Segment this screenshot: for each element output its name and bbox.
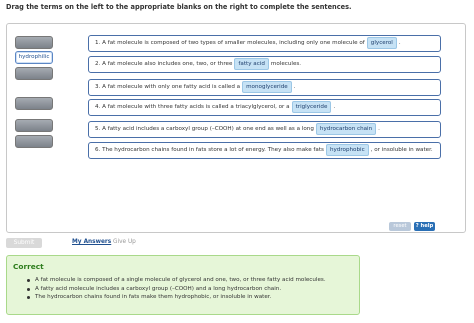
drop-blank-3[interactable]: monoglyceride (242, 81, 292, 93)
help-button[interactable]: ? help (414, 222, 435, 231)
drop-blank-2[interactable]: fatty acid (234, 58, 269, 70)
sentence-text: . (293, 84, 296, 90)
sentence-6: 6. The hydrocarbon chains found in fats … (88, 142, 441, 159)
drop-blank-5[interactable]: hydrocarbon chain (315, 123, 377, 135)
sentence-text: 2. A fat molecule also includes one, two… (95, 61, 233, 67)
sentence-text: 6. The hydrocarbon chains found in fats … (95, 147, 324, 153)
give-up-link[interactable]: Give Up (113, 239, 136, 245)
sentence-4: 4. A fat molecule with three fatty acids… (88, 99, 441, 116)
bank-slot-empty[interactable] (15, 97, 53, 110)
drop-blank-4[interactable]: triglyceride (291, 101, 332, 113)
instructions: Drag the terms on the left to the approp… (6, 3, 352, 11)
bank-slot-empty[interactable] (15, 36, 53, 49)
correct-feedback-box: Correct A fat molecule is composed of a … (6, 255, 360, 315)
feedback-item: A fat molecule is composed of a single m… (27, 276, 326, 285)
sentence-text: . (398, 40, 401, 46)
sentence-text: . (378, 126, 380, 132)
sentence-5: 5. A fatty acid includes a carboxyl grou… (88, 121, 441, 138)
sentence-text: 5. A fatty acid includes a carboxyl grou… (95, 126, 314, 132)
my-answers-link[interactable]: My Answers (72, 239, 111, 245)
bank-slot-empty[interactable] (15, 135, 53, 148)
bank-slot-empty[interactable] (15, 119, 53, 132)
sentence-text: 1. A fat molecule is composed of two typ… (95, 40, 365, 46)
drop-blank-1[interactable]: glycerol (366, 37, 397, 49)
drop-blank-6[interactable]: hydrophobic (325, 144, 369, 156)
submit-button[interactable]: Submit (6, 238, 42, 248)
bank-term-hydrophilic[interactable]: hydrophilic (15, 51, 53, 64)
sentence-text: 4. A fat molecule with three fatty acids… (95, 104, 290, 110)
sentence-3: 3. A fat molecule with only one fatty ac… (88, 79, 441, 96)
reset-button[interactable]: reset (389, 222, 411, 231)
sentence-2: 2. A fat molecule also includes one, two… (88, 56, 441, 73)
feedback-item: A fatty acid molecule includes a carboxy… (27, 285, 326, 294)
sentence-1: 1. A fat molecule is composed of two typ… (88, 35, 441, 52)
sentence-text: 3. A fat molecule with only one fatty ac… (95, 84, 241, 90)
drag-drop-panel: hydrophilic 1. A fat molecule is compose… (6, 23, 466, 233)
feedback-title: Correct (13, 262, 44, 271)
feedback-list: A fat molecule is composed of a single m… (27, 276, 326, 302)
feedback-item: The hydrocarbon chains found in fats mak… (27, 293, 326, 302)
bank-slot-empty[interactable] (15, 67, 53, 80)
sentence-text: , or insoluble in water. (370, 147, 433, 153)
sentence-text: molecules. (270, 61, 302, 67)
sentence-text: . (333, 104, 336, 110)
